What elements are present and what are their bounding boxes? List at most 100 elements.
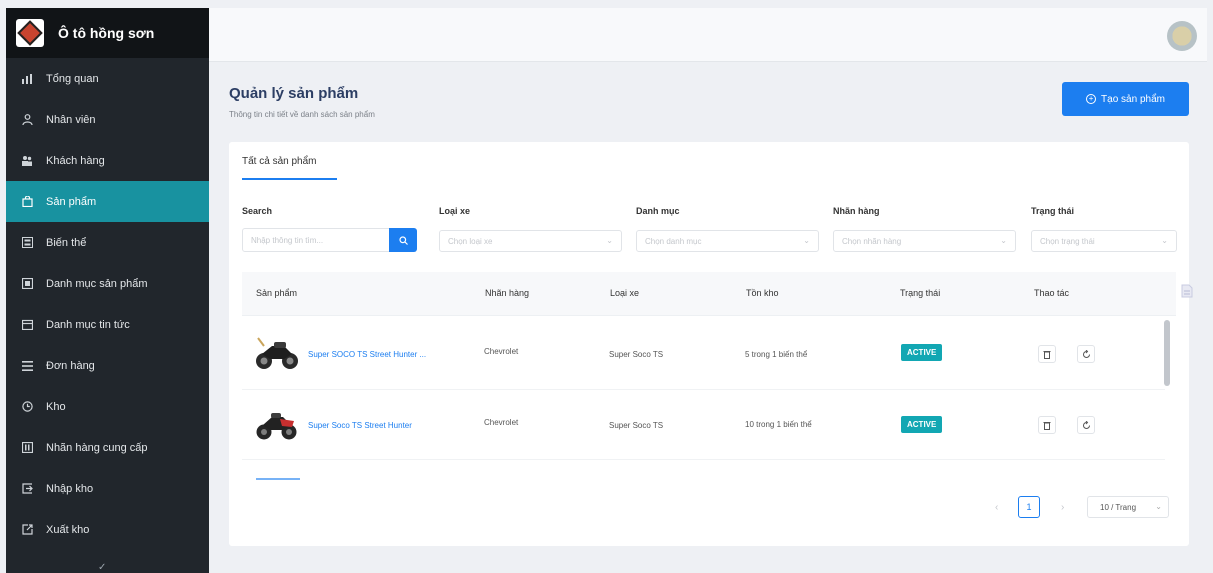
- product-brand: Chevrolet: [484, 418, 519, 427]
- column-header-brand: Nhãn hàng: [485, 288, 530, 298]
- category-select[interactable]: Chọn danh mục ⌄: [636, 230, 819, 252]
- sidebar-item-export[interactable]: Xuất kho: [6, 509, 209, 550]
- refresh-button[interactable]: [1077, 416, 1095, 434]
- brand-select[interactable]: Chọn nhãn hàng ⌄: [833, 230, 1016, 252]
- sidebar-item-label: Nhập kho: [46, 482, 94, 495]
- sidebar-item-products[interactable]: Sản phẩm: [6, 181, 209, 222]
- loading-indicator: [256, 478, 300, 480]
- sidebar-item-orders[interactable]: Đơn hàng: [6, 345, 209, 386]
- export-icon: [20, 523, 34, 537]
- menu-icon: [20, 359, 34, 373]
- status-placeholder: Chọn trạng thái: [1040, 236, 1095, 246]
- tab-all-products[interactable]: Tất cả sản phẩm: [242, 156, 316, 167]
- brand-name: Ô tô hồng sơn: [58, 25, 155, 41]
- column-header-actions: Thao tác: [1034, 288, 1070, 298]
- refresh-button[interactable]: [1077, 345, 1095, 363]
- vehicle-type-placeholder: Chọn loại xe: [448, 236, 493, 246]
- folder-icon: [20, 277, 34, 291]
- table-scrollbar[interactable]: [1163, 320, 1171, 478]
- table-header: Sản phẩm Nhãn hàng Loại xe Tồn kho Trạng…: [242, 272, 1176, 316]
- create-product-label: Tạo sản phẩm: [1101, 93, 1165, 105]
- search-input[interactable]: [242, 228, 390, 252]
- tag-icon: [20, 441, 34, 455]
- page-subtitle: Thông tin chi tiết về danh sách sản phẩm: [229, 110, 375, 119]
- avatar[interactable]: [1167, 21, 1197, 51]
- refresh-icon: [1082, 420, 1090, 429]
- delete-button[interactable]: [1038, 416, 1056, 434]
- product-name-link[interactable]: Super Soco TS Street Hunter: [308, 421, 412, 430]
- sidebar-item-label: Đơn hàng: [46, 359, 95, 372]
- status-badge: ACTIVE: [901, 344, 943, 361]
- product-vehicle-type: Super Soco TS: [609, 421, 664, 430]
- search-icon: [398, 235, 408, 245]
- sidebar-item-product-categories[interactable]: Danh mục sản phẩm: [6, 263, 209, 304]
- scrollbar-thumb[interactable]: [1164, 320, 1170, 386]
- column-header-vehicle-type: Loại xe: [610, 288, 640, 298]
- logo: [16, 19, 44, 47]
- create-product-button[interactable]: + Tạo sản phẩm: [1062, 82, 1189, 116]
- trash-icon: [1043, 350, 1051, 359]
- motorcycle-image: [256, 413, 297, 440]
- vehicle-type-select[interactable]: Chọn loại xe ⌄: [439, 230, 622, 252]
- sidebar-item-import[interactable]: Nhập kho: [6, 468, 209, 509]
- table-row[interactable]: Super Soco TS Street Hunter Chevrolet Su…: [242, 390, 1165, 460]
- page-number-button[interactable]: 1: [1018, 496, 1040, 518]
- shopping-bag-icon: [20, 195, 34, 209]
- column-header-product: Sản phẩm: [256, 288, 298, 298]
- sidebar-item-warehouse[interactable]: Kho: [6, 386, 209, 427]
- refresh-icon: [1082, 349, 1090, 358]
- product-stock: 5 trong 1 biến thể: [745, 350, 808, 359]
- sidebar-item-label: Nhân viên: [46, 113, 96, 126]
- list-icon: [20, 236, 34, 250]
- page-title: Quản lý sản phẩm: [229, 85, 359, 102]
- brand-placeholder: Chọn nhãn hàng: [842, 236, 902, 246]
- products-card: Tất cả sản phẩm Search Loại xe Chọn loại…: [229, 142, 1193, 546]
- vehicle-type-label: Loại xe: [439, 206, 471, 216]
- column-header-status: Trạng thái: [900, 288, 941, 298]
- category-label: Danh mục: [636, 206, 680, 216]
- search-label: Search: [242, 206, 273, 216]
- sidebar-item-label: Nhãn hàng cung cấp: [46, 441, 148, 454]
- trash-icon: [1043, 421, 1051, 430]
- page-size-value: 10 / Trang: [1100, 502, 1137, 512]
- status-label: Trạng thái: [1031, 206, 1075, 216]
- sidebar-item-employees[interactable]: Nhân viên: [6, 99, 209, 140]
- table-row[interactable]: Super SOCO TS Street Hunter ... Chevrole…: [242, 320, 1165, 390]
- next-page-button[interactable]: ›: [1061, 502, 1064, 513]
- plus-circle-icon: +: [1086, 94, 1097, 104]
- column-header-stock: Tồn kho: [746, 288, 779, 298]
- status-select[interactable]: Chọn trạng thái ⌄: [1031, 230, 1177, 252]
- product-name-link[interactable]: Super SOCO TS Street Hunter ...: [308, 350, 426, 359]
- sidebar-item-customers[interactable]: Khách hàng: [6, 140, 209, 181]
- user-icon: [20, 113, 34, 127]
- bar-chart-icon: [20, 72, 34, 86]
- collapse-icon[interactable]: ✓: [98, 562, 106, 573]
- sidebar-item-news-categories[interactable]: Danh mục tin tức: [6, 304, 209, 345]
- status-badge: ACTIVE: [901, 416, 943, 433]
- search-button[interactable]: [389, 228, 417, 252]
- sidebar-item-label: Xuất kho: [46, 523, 90, 536]
- chevron-down-icon: ⌄: [606, 236, 613, 245]
- chevron-down-icon: ⌄: [1155, 502, 1162, 511]
- import-icon: [20, 482, 34, 496]
- clock-icon: [20, 400, 34, 414]
- chevron-down-icon: ⌄: [1000, 236, 1007, 245]
- sidebar-item-label: Biến thể: [46, 236, 87, 249]
- sidebar-item-overview[interactable]: Tổng quan: [6, 58, 209, 99]
- page-size-select[interactable]: 10 / Trang ⌄: [1087, 496, 1169, 518]
- column-settings-icon[interactable]: [1181, 284, 1193, 298]
- brand[interactable]: Ô tô hồng sơn: [6, 8, 209, 58]
- sidebar-item-suppliers[interactable]: Nhãn hàng cung cấp: [6, 427, 209, 468]
- sidebar: Ô tô hồng sơn Tổng quan Nhân viên Khách …: [6, 8, 209, 573]
- category-placeholder: Chọn danh mục: [645, 236, 702, 246]
- prev-page-button[interactable]: ‹: [995, 502, 998, 513]
- calendar-icon: [20, 318, 34, 332]
- sidebar-item-label: Kho: [46, 400, 66, 413]
- sidebar-item-label: Khách hàng: [46, 154, 105, 167]
- brand-label: Nhãn hàng: [833, 206, 880, 216]
- delete-button[interactable]: [1038, 345, 1056, 363]
- sidebar-item-variants[interactable]: Biến thể: [6, 222, 209, 263]
- product-brand: Chevrolet: [484, 347, 519, 356]
- product-stock: 10 trong 1 biến thể: [745, 420, 812, 429]
- motorcycle-image: [256, 337, 298, 369]
